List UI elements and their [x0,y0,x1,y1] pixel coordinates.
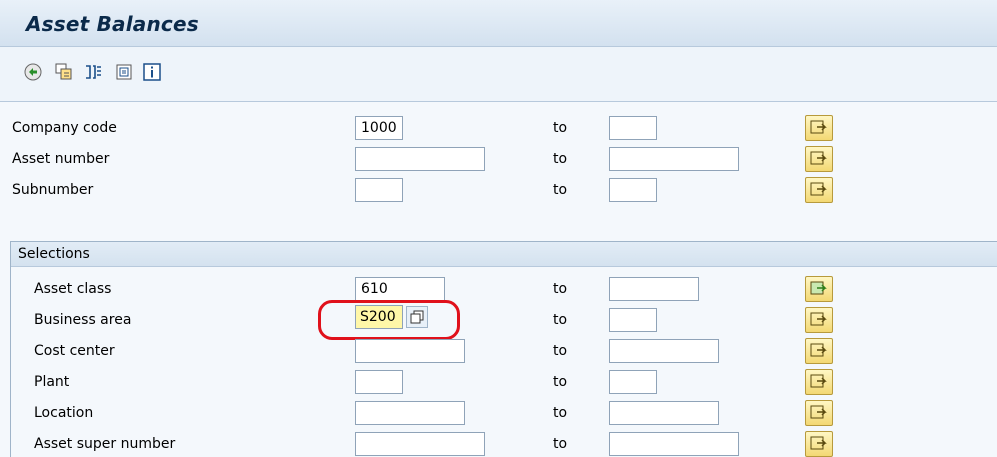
asset-super-number-from-input[interactable] [355,432,485,456]
data-sources-icon[interactable] [115,63,133,81]
company-code-label: Company code [12,120,117,136]
plant-label: Plant [34,374,70,390]
location-row: Location to [0,398,997,428]
location-label: Location [34,405,94,421]
cost-center-row: Cost center to [0,336,997,366]
to-label: to [553,182,568,198]
multiple-selection-button[interactable] [805,115,833,141]
multiple-selection-icon [810,151,827,165]
asset-number-label: Asset number [12,151,110,167]
asset-super-number-to-input[interactable] [609,432,739,456]
multiple-selection-button[interactable] [805,307,833,333]
multiple-selection-button[interactable] [805,400,833,426]
multiple-selection-icon [810,312,827,326]
to-label: to [553,436,568,452]
dynamic-selections-icon[interactable] [84,63,102,81]
subnumber-to-input[interactable] [609,178,657,202]
multiple-selection-icon [810,374,827,388]
multiple-selection-icon [810,405,827,419]
selections-group-header: Selections [11,242,997,267]
plant-from-input[interactable] [355,370,403,394]
business-area-label: Business area [34,312,132,328]
company-code-from-input[interactable]: 1000 [355,116,403,140]
cost-center-to-input[interactable] [609,339,719,363]
to-label: to [553,312,568,328]
cost-center-label: Cost center [34,343,115,359]
asset-class-to-input[interactable] [609,277,699,301]
asset-super-number-row: Asset super number to [0,429,997,457]
title-bar: Asset Balances [0,0,997,47]
asset-number-row: Asset number to [0,144,997,174]
highlight-annotation [318,300,460,340]
location-from-input[interactable] [355,401,465,425]
asset-class-row: Asset class 610 to [0,274,997,304]
company-code-to-input[interactable] [609,116,657,140]
execute-icon[interactable] [24,63,42,81]
asset-number-to-input[interactable] [609,147,739,171]
multiple-selection-button[interactable] [805,431,833,457]
multiple-selection-button[interactable] [805,276,833,302]
multiple-selection-icon [810,343,827,357]
to-label: to [553,151,568,167]
company-code-row: Company code 1000 to [0,113,997,143]
plant-row: Plant to [0,367,997,397]
info-icon[interactable] [143,63,161,81]
to-label: to [553,120,568,136]
multiple-selection-icon [810,120,827,134]
asset-class-from-input[interactable]: 610 [355,277,445,301]
business-area-to-input[interactable] [609,308,657,332]
asset-class-label: Asset class [34,281,112,297]
multiple-selection-button[interactable] [805,177,833,203]
application-toolbar [0,47,997,102]
get-variant-icon[interactable] [55,63,73,81]
subnumber-row: Subnumber to [0,175,997,205]
multiple-selection-icon [810,436,827,450]
business-area-row: Business area to [0,305,997,335]
multiple-selection-button[interactable] [805,146,833,172]
location-to-input[interactable] [609,401,719,425]
multiple-selection-button[interactable] [805,338,833,364]
multiple-selection-button[interactable] [805,369,833,395]
to-label: to [553,405,568,421]
subnumber-label: Subnumber [12,182,94,198]
asset-super-number-label: Asset super number [34,436,176,452]
subnumber-from-input[interactable] [355,178,403,202]
to-label: to [553,374,568,390]
multiple-selection-icon [810,182,827,196]
cost-center-from-input[interactable] [355,339,465,363]
selections-group-title: Selections [18,246,90,262]
asset-number-from-input[interactable] [355,147,485,171]
multiple-selection-icon [810,281,827,295]
plant-to-input[interactable] [609,370,657,394]
page-title: Asset Balances [26,12,199,36]
to-label: to [553,343,568,359]
to-label: to [553,281,568,297]
